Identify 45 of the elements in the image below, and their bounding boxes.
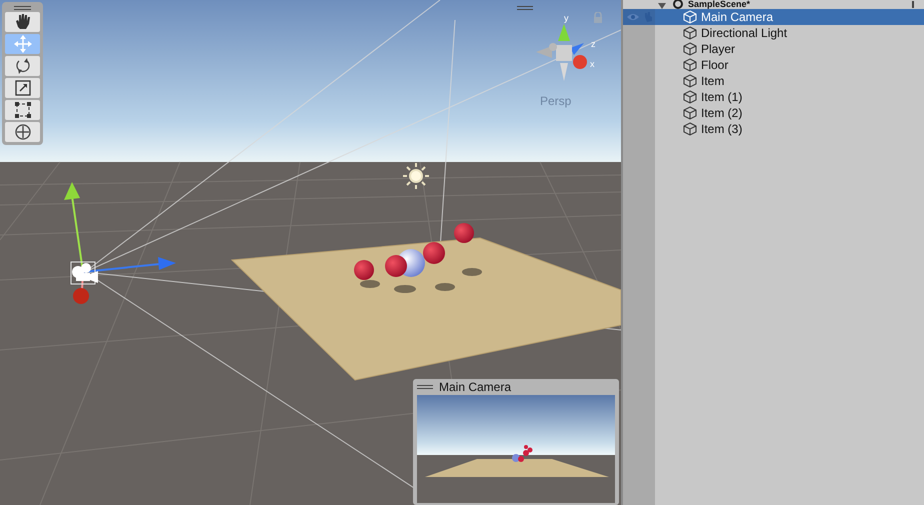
cube-icon [683, 26, 697, 40]
item-name: Item (1) [701, 90, 742, 104]
item-name: Item [701, 74, 724, 88]
hierarchy-item[interactable]: Player [623, 41, 924, 57]
tool-button[interactable] [5, 100, 40, 120]
cube-icon [683, 106, 697, 120]
hand-icon [14, 13, 32, 31]
preview-title: Main Camera [439, 380, 512, 394]
cube-icon [683, 10, 697, 24]
transform-icon [14, 123, 32, 141]
item-name: Directional Light [701, 26, 788, 40]
cube-icon [683, 74, 697, 88]
tool-button[interactable] [5, 12, 40, 32]
tool-button[interactable] [5, 56, 40, 76]
hierarchy-item[interactable]: Item (3) [623, 121, 924, 137]
cube-icon [683, 42, 697, 56]
item-name: Floor [701, 58, 728, 72]
hierarchy-item[interactable]: Floor [623, 57, 924, 73]
rect-tool-icon [14, 101, 32, 119]
item-name: Item (2) [701, 106, 742, 120]
hierarchy-item[interactable]: Item (2) [623, 105, 924, 121]
rotate-icon [14, 57, 32, 75]
drag-handle-icon[interactable] [14, 6, 31, 10]
scene-icon [672, 0, 684, 9]
hierarchy-item[interactable]: Item [623, 73, 924, 89]
item-name: Main Camera [701, 10, 774, 24]
axis-label: x [590, 59, 594, 69]
move-arrows-icon [14, 35, 32, 53]
item-name: Player [701, 42, 736, 56]
drag-handle-icon[interactable] [517, 6, 533, 10]
cube-icon [683, 90, 697, 104]
axis-label: z [591, 39, 596, 49]
item-name: Item (3) [701, 122, 742, 136]
drag-handle-icon[interactable] [417, 385, 433, 389]
hierarchy-item[interactable]: Directional Light [623, 25, 924, 41]
scene-view[interactable]: y z x Persp Main Camera [0, 0, 621, 505]
cube-icon [683, 122, 697, 136]
scene-name: SampleScene* [688, 0, 750, 9]
hierarchy-item[interactable]: Item (1) [623, 89, 924, 105]
tool-button[interactable] [5, 78, 40, 98]
cube-icon [683, 58, 697, 72]
tool-button[interactable] [5, 122, 40, 142]
scale-icon [14, 79, 32, 97]
sun-icon [403, 163, 429, 189]
axis-label: y [564, 13, 568, 23]
